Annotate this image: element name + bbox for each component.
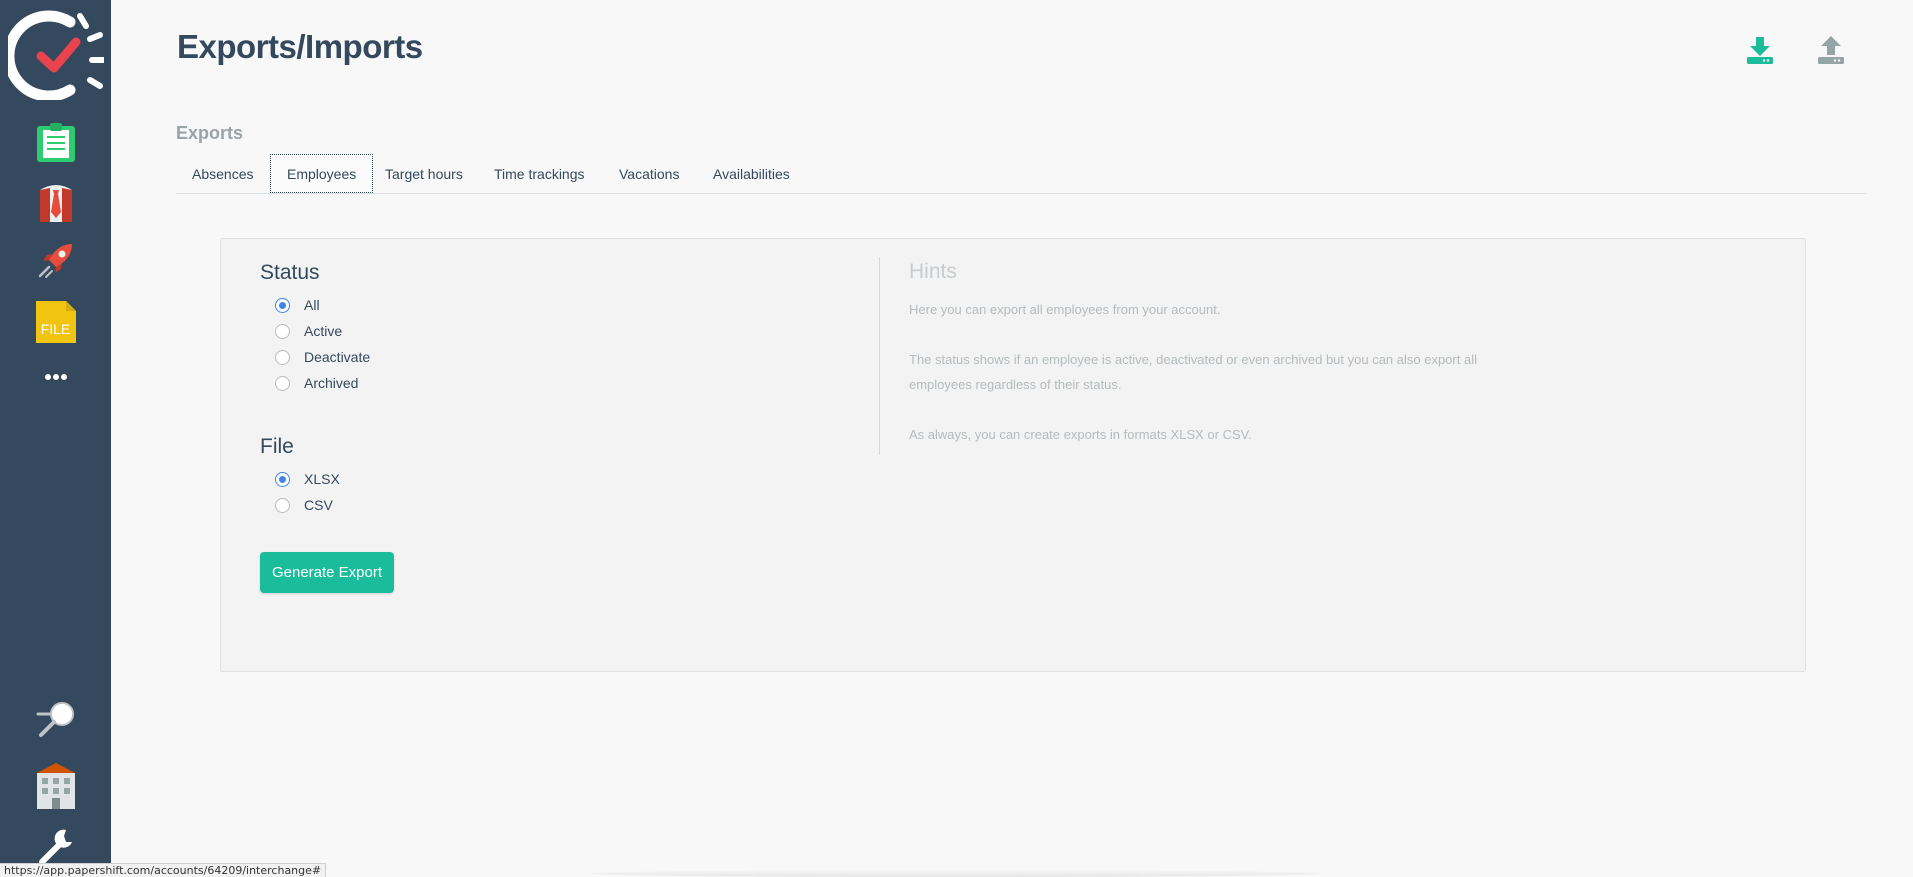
rocket-icon (36, 240, 76, 285)
magnifier-icon (36, 700, 76, 745)
sidebar-item-more[interactable] (0, 364, 111, 390)
radio-label: CSV (304, 497, 333, 513)
hint-paragraph: Here you can export all employees from y… (909, 302, 1221, 317)
exports-section-title: Exports (176, 123, 244, 143)
tab-availabilities[interactable]: Availabilities (697, 154, 806, 194)
tab-employees[interactable]: Employees (270, 154, 374, 193)
status-option-archived[interactable]: Archived (275, 372, 358, 394)
radio-label: All (304, 297, 320, 313)
status-bar-url: https://app.papershift.com/accounts/6420… (0, 863, 327, 877)
status-group-title: Status (260, 261, 320, 284)
download-button[interactable] (1744, 36, 1776, 68)
sidebar-item-staff[interactable] (0, 180, 111, 228)
status-option-deactivate[interactable]: Deactivate (275, 346, 370, 368)
radio-label: Active (304, 323, 343, 339)
radio-xlsx[interactable] (275, 471, 290, 487)
file-icon: FILE (35, 301, 76, 343)
status-option-all[interactable]: All (275, 294, 320, 316)
divider (879, 257, 880, 455)
status-option-active[interactable]: Active (275, 320, 342, 342)
radio-archived[interactable] (275, 375, 290, 391)
tab-vacations[interactable]: Vacations (603, 154, 695, 194)
radio-deactivate[interactable] (275, 349, 290, 365)
radio-label: Archived (304, 375, 359, 391)
clock-check-icon (3, 8, 106, 105)
upload-button[interactable] (1815, 35, 1847, 70)
sidebar-item-search[interactable] (0, 700, 111, 744)
sidebar-item-timesheet[interactable] (0, 120, 111, 168)
file-option-xlsx[interactable]: XLSX (275, 468, 340, 490)
radio-label: XLSX (304, 471, 340, 487)
radio-active[interactable] (275, 323, 290, 339)
generate-export-button[interactable]: Generate Export (260, 552, 394, 593)
logo[interactable] (0, 8, 111, 104)
tab-time-trackings[interactable]: Time trackings (478, 154, 601, 194)
hint-paragraph: As always, you can create exports in for… (909, 427, 1252, 442)
radio-all[interactable] (275, 297, 290, 313)
radio-label: Deactivate (304, 349, 371, 365)
export-panel: Status All Active Deactivate Archived Fi… (220, 238, 1806, 672)
export-tabs: Absences Employees Target hours Time tra… (176, 154, 1866, 194)
upload-icon (1816, 35, 1846, 70)
radio-csv[interactable] (275, 497, 290, 513)
file-group-title: File (260, 435, 294, 458)
page-title: Exports/Imports (177, 28, 423, 65)
tab-target-hours[interactable]: Target hours (369, 154, 479, 194)
building-icon (35, 761, 77, 814)
bottom-shadow (590, 870, 1320, 877)
employee-icon (36, 180, 76, 229)
clipboard-icon (35, 121, 77, 168)
download-icon (1745, 35, 1775, 70)
tab-absences[interactable]: Absences (176, 154, 269, 194)
sidebar-item-rocket[interactable] (0, 238, 111, 286)
file-icon-label: FILE (40, 321, 71, 337)
sidebar-item-file[interactable]: FILE (0, 298, 111, 346)
sidebar: FILE (0, 0, 111, 877)
file-option-csv[interactable]: CSV (275, 494, 333, 516)
hint-paragraph: The status shows if an employee is activ… (909, 352, 1477, 392)
more-icon (44, 368, 68, 386)
hints-title: Hints (909, 260, 957, 283)
sidebar-item-building[interactable] (0, 760, 111, 814)
